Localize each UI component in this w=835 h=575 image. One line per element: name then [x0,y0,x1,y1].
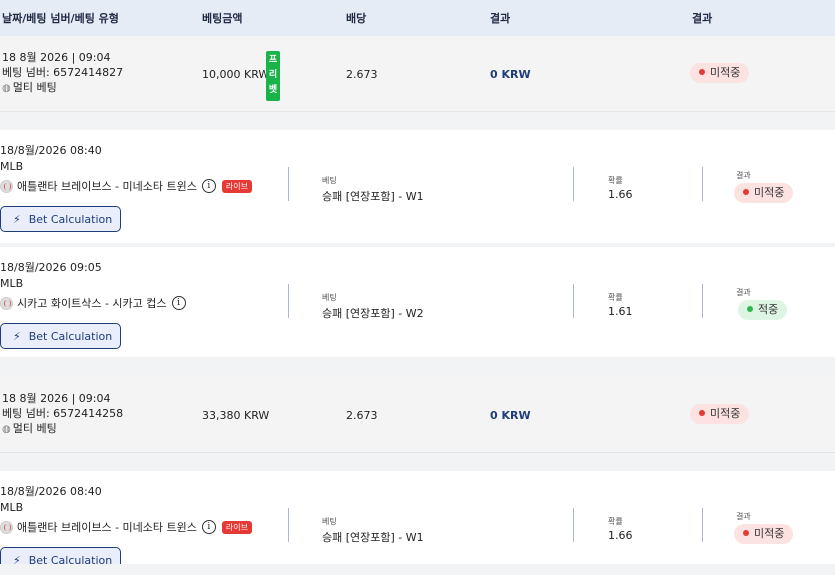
bet-odds: 2.673 [346,68,378,81]
header-status: 결과 [692,12,713,25]
bet-date: 18 8월 2026 | 09:04 [2,392,111,405]
bet-value: 승패 [연장포함] - W1 [322,190,424,203]
bet-type: 멀티 베팅 [12,81,57,94]
divider [573,284,574,318]
freebet-char: 벳 [268,85,278,95]
freebet-char: 프 [268,55,278,65]
probability-label: 확률 [608,293,623,302]
divider [288,284,289,318]
status-badge: 미적중 [690,63,750,83]
bet-label: 베팅 [322,517,337,526]
bet-value: 승패 [연장포함] - W2 [322,307,424,320]
freebet-char: 리 [268,70,278,80]
bet-meta: 18 8월 2026 | 09:04 베팅 넘버: 6572414258 ◍ 멀티… [2,391,123,437]
bet-number: 베팅 넘버: 6572414827 [2,66,124,79]
divider [702,167,703,201]
divider [702,284,703,318]
event-datetime: 18/8월/2026 08:40 [0,485,102,498]
match-teams: 시카고 화이트삭스 - 시카고 컵스 [17,297,167,310]
status-text: 미적중 [710,407,741,420]
multi-bet-icon: ◍ [2,83,11,94]
result-label: 결과 [736,512,751,521]
status-text: 미적중 [754,186,785,199]
live-badge: 라이브 [221,179,252,193]
league-name: MLB [0,160,24,173]
bolt-icon: ⚡ [13,212,21,226]
bet-result: 0 KRW [490,409,531,422]
freebet-badge: 프 리 벳 [266,51,280,101]
live-badge: 라이브 [221,520,252,534]
bet-detail-row: 18/8월/2026 08:40 MLB 애틀랜타 브레이브스 - 미네소타 트… [0,130,835,243]
bet-detail-row: 18/8월/2026 08:40 MLB 애틀랜타 브레이브스 - 미네소타 트… [0,471,835,564]
bet-odds: 2.673 [346,409,378,422]
event-datetime: 18/8월/2026 08:40 [0,144,102,157]
bet-value: 승패 [연장포함] - W1 [322,531,424,544]
bet-calculation-button[interactable]: ⚡ Bet Calculation [0,323,121,349]
event-datetime: 18/8월/2026 09:05 [0,261,102,274]
bet-summary-row[interactable]: 18 8월 2026 | 09:04 베팅 넘버: 6572414258 ◍ 멀티… [0,377,835,453]
match-teams: 애틀랜타 브레이브스 - 미네소타 트윈스 [17,521,197,534]
bet-number: 베팅 넘버: 6572414258 [2,407,124,420]
bet-summary-row[interactable]: 18 8월 2026 | 09:04 베팅 넘버: 6572414827 ◍ 멀티… [0,36,835,112]
bet-calculation-button[interactable]: ⚡ Bet Calculation [0,547,121,564]
result-label: 결과 [736,171,751,180]
table-header: 날짜/베팅 넘버/베팅 유형 베팅금액 배당 결과 결과 [0,0,835,36]
status-text: 미적중 [710,66,741,79]
probability-label: 확률 [608,517,623,526]
match-name: 애틀랜타 브레이브스 - 미네소타 트윈스 i 라이브 [0,178,252,194]
bet-result: 0 KRW [490,68,531,81]
divider [288,167,289,201]
probability-value: 1.61 [608,305,633,318]
match-teams: 애틀랜타 브레이브스 - 미네소타 트윈스 [17,180,197,193]
bet-date: 18 8월 2026 | 09:04 [2,51,111,64]
status-dot-icon [743,189,749,195]
league-name: MLB [0,501,24,514]
divider [573,508,574,542]
status-dot-icon [747,306,753,312]
bet-calculation-button[interactable]: ⚡ Bet Calculation [0,206,121,232]
status-dot-icon [699,69,705,75]
header-amount: 베팅금액 [202,12,243,25]
result-label: 결과 [736,288,751,297]
match-name: 시카고 화이트삭스 - 시카고 컵스 i [0,295,186,311]
status-badge: 미적중 [734,524,794,544]
probability-value: 1.66 [608,529,633,542]
info-icon[interactable]: i [201,179,216,193]
bet-meta: 18 8월 2026 | 09:04 베팅 넘버: 6572414827 ◍ 멀티… [2,50,123,96]
header-odds: 배당 [346,12,367,25]
status-text: 미적중 [754,527,785,540]
bolt-icon: ⚡ [13,329,21,343]
divider [702,508,703,542]
baseball-icon [0,296,13,310]
probability-label: 확률 [608,176,623,185]
bet-amount: 10,000 KRW [202,68,270,81]
bet-detail-row: 18/8월/2026 09:05 MLB 시카고 화이트삭스 - 시카고 컵스 … [0,247,835,357]
divider [573,167,574,201]
bet-type: 멀티 베팅 [12,422,57,435]
status-text: 적중 [758,303,779,316]
bet-label: 베팅 [322,293,337,302]
baseball-icon [0,179,13,193]
status-badge: 미적중 [690,404,750,424]
status-dot-icon [699,410,705,416]
multi-bet-icon: ◍ [2,424,11,435]
match-name: 애틀랜타 브레이브스 - 미네소타 트윈스 i 라이브 [0,519,252,535]
status-badge: 미적중 [734,183,794,203]
bet-calculation-label: Bet Calculation [28,553,113,565]
header-date-type: 날짜/베팅 넘버/베팅 유형 [2,12,119,25]
status-dot-icon [743,530,749,536]
league-name: MLB [0,277,24,290]
bet-calculation-label: Bet Calculation [28,212,113,226]
bet-label: 베팅 [322,176,337,185]
divider [288,508,289,542]
baseball-icon [0,520,13,534]
info-icon[interactable]: i [201,520,216,534]
bolt-icon: ⚡ [13,553,21,565]
header-result: 결과 [490,12,511,25]
bet-amount: 33,380 KRW [202,409,270,422]
status-badge: 적중 [738,300,788,320]
info-icon[interactable]: i [171,296,186,310]
probability-value: 1.66 [608,188,633,201]
bet-calculation-label: Bet Calculation [28,329,113,343]
